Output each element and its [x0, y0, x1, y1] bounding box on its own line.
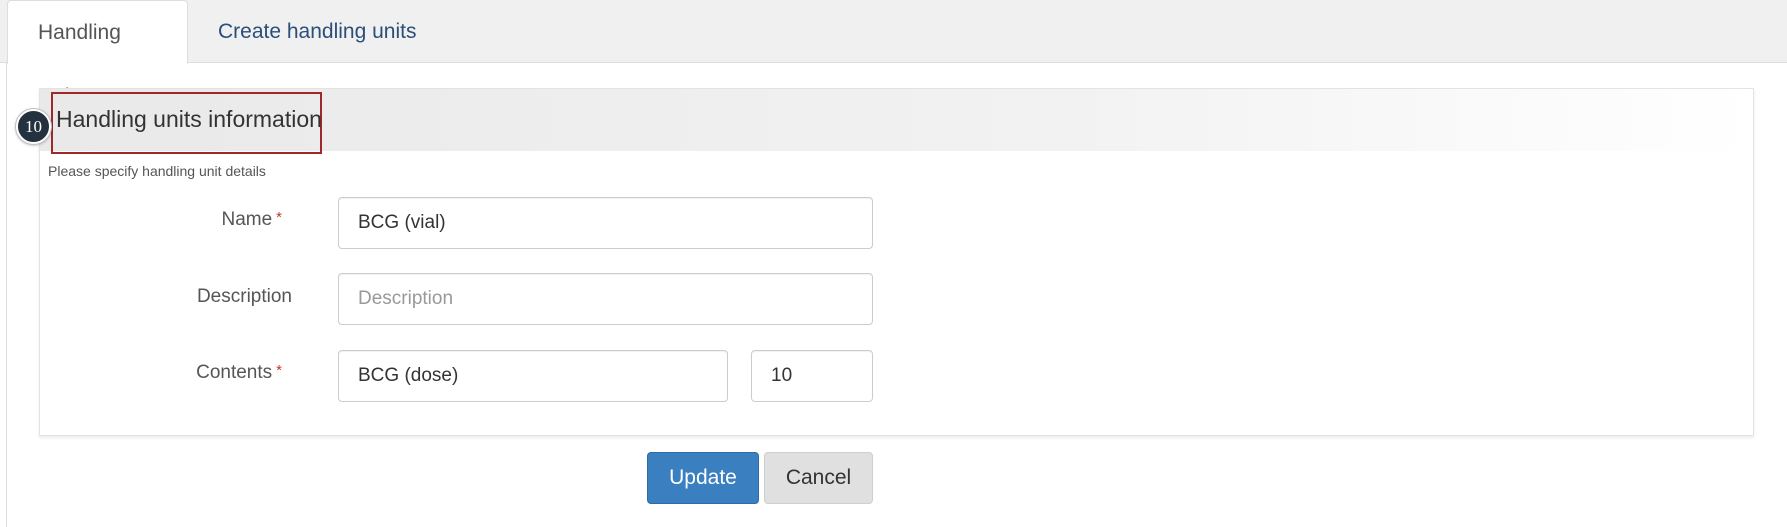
tab-bar: Handling Units Create handling units [0, 0, 1787, 108]
handling-units-panel: Handling units information [39, 88, 1754, 436]
contents-required-marker: * [276, 362, 282, 379]
tab-handling-units[interactable]: Handling Units [7, 0, 188, 108]
name-input[interactable] [338, 197, 873, 249]
tab-create-handling-units[interactable]: Create handling units [188, 0, 446, 64]
update-button[interactable]: Update [647, 452, 759, 504]
contents-label: Contents * [82, 362, 282, 384]
form-hint: Please specify handling unit details [48, 163, 266, 179]
contents-label-text: Contents [196, 362, 273, 383]
content-border [6, 63, 7, 527]
name-label: Name * [82, 209, 282, 231]
panel-title: Handling units information [56, 106, 322, 132]
description-label-text: Description [196, 286, 292, 307]
description-label: Description [92, 286, 292, 308]
page: Handling Units Create handling units 10 … [0, 0, 1787, 527]
contents-quantity-input[interactable] [751, 350, 873, 402]
description-input[interactable] [338, 273, 873, 325]
name-label-text: Name [221, 209, 273, 230]
name-required-marker: * [276, 209, 282, 226]
cancel-button[interactable]: Cancel [764, 452, 873, 504]
step-badge: 10 [16, 109, 51, 144]
contents-input[interactable] [338, 350, 728, 402]
